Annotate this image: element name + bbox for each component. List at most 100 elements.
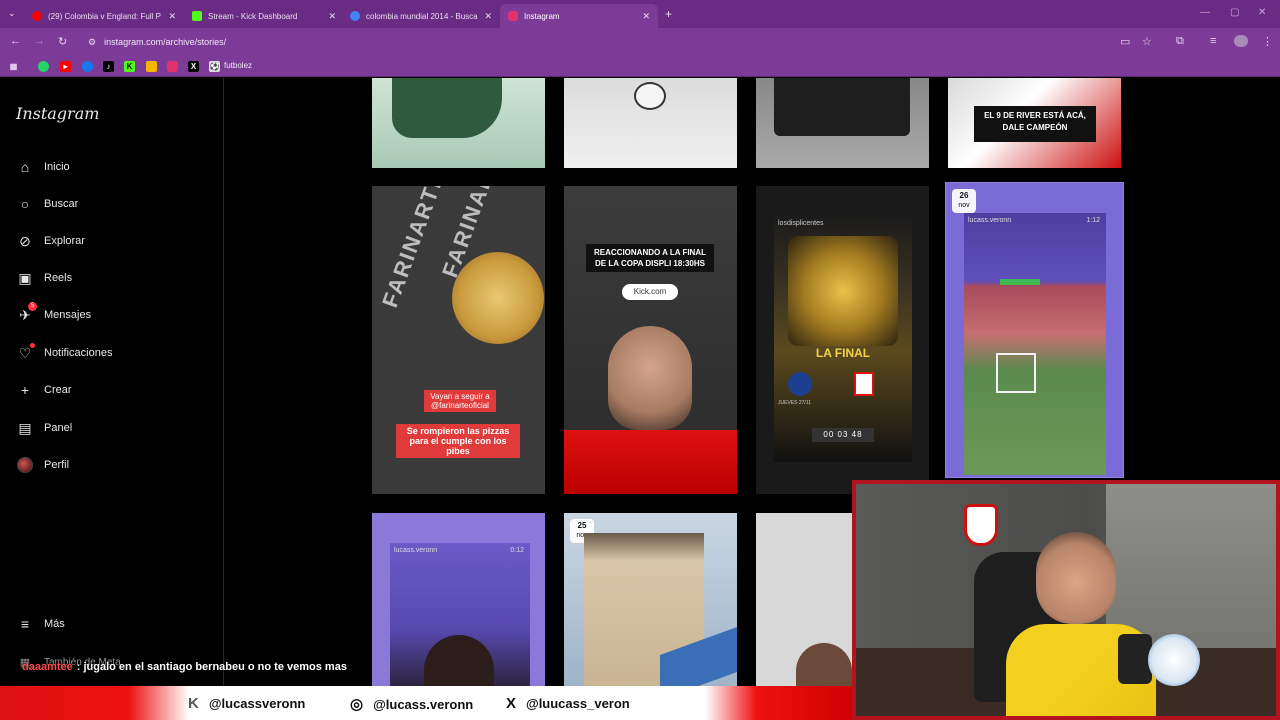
pizza-image: [452, 252, 544, 344]
futbolez-icon[interactable]: ⚽: [209, 61, 220, 72]
close-tab-icon[interactable]: ✕: [484, 11, 492, 22]
browser-tab-bar: ⌄ (29) Colombia v England: Full P ✕ Stre…: [0, 0, 1280, 28]
cast-icon[interactable]: ▭: [1120, 35, 1130, 48]
maximize-icon[interactable]: ▢: [1230, 7, 1239, 18]
story-preview: lucass.veronn 1:12: [964, 213, 1106, 475]
river-crest-icon: [854, 372, 874, 396]
story-thumbnail[interactable]: EL 9 DE RIVER ESTÁ ACÁ, DALE CAMPEÓN: [948, 78, 1121, 168]
microphone: [1118, 634, 1152, 684]
close-tab-icon[interactable]: ✕: [642, 11, 650, 22]
facebook-icon[interactable]: [82, 61, 93, 72]
instagram-logo[interactable]: Instagram: [16, 104, 99, 123]
youtube-icon: [32, 11, 42, 21]
extensions-icon[interactable]: ⧉: [1176, 35, 1184, 48]
sidebar-item-mas[interactable]: ≡ Más: [16, 612, 65, 636]
bookmark-futbolez[interactable]: futbolez: [224, 61, 252, 70]
unread-badge: 5: [28, 302, 37, 311]
sidebar-item-inicio[interactable]: ⌂ Inicio: [16, 155, 70, 179]
chat-message: daaamtee : jugalo en el santiago bernabe…: [22, 660, 347, 674]
story-thumbnail[interactable]: REACCIONANDO A LA FINAL DE LA COPA DISPL…: [564, 186, 737, 494]
story-thumbnail[interactable]: losdisplicentes LA FINAL JUEVES 27/11 00…: [756, 186, 929, 494]
social-kick: K @lucassveronn: [188, 695, 306, 712]
home-icon: ⌂: [20, 159, 30, 175]
story-thumbnail[interactable]: 25 nov: [564, 513, 737, 686]
site-info-icon[interactable]: ⚙: [88, 37, 96, 48]
social-instagram: ◎ @lucass.veronn: [350, 696, 474, 713]
new-tab-icon[interactable]: +: [665, 7, 672, 21]
sidebar-item-mensajes[interactable]: ✈ 5 Mensajes: [16, 302, 91, 327]
forward-icon[interactable]: →: [34, 35, 45, 47]
x-icon[interactable]: X: [188, 61, 199, 72]
story-thumbnail[interactable]: [564, 78, 737, 168]
tab-search-icon[interactable]: ⌄: [8, 8, 16, 19]
final-poster: losdisplicentes LA FINAL JUEVES 27/11 00…: [774, 216, 912, 462]
profile-avatar[interactable]: [1234, 35, 1248, 47]
boca-crest-icon: [788, 372, 812, 396]
kick-icon: K: [188, 695, 199, 712]
chat-text: : jugalo en el santiago bernabeu o no te…: [76, 661, 347, 673]
bookmark-star-icon[interactable]: ☆: [1142, 35, 1152, 48]
instagram-icon: ◎: [350, 696, 364, 713]
kick-icon[interactable]: K: [124, 61, 135, 72]
story-thumbnail[interactable]: lucass.veronn 0:12: [372, 513, 545, 686]
story-thumbnail-selected[interactable]: 26 nov lucass.veronn 1:12: [945, 182, 1124, 478]
minimize-icon[interactable]: —: [1200, 7, 1210, 18]
x-icon: X: [506, 695, 517, 712]
story-caption: EL 9 DE RIVER ESTÁ ACÁ, DALE CAMPEÓN: [974, 106, 1096, 142]
story-thumbnail[interactable]: [756, 513, 852, 686]
river-plate-crest-icon: [964, 504, 998, 546]
kick-logo-icon: [1000, 279, 1040, 285]
avatar: [17, 457, 33, 473]
instagram-icon[interactable]: [167, 61, 178, 72]
sidebar-item-buscar[interactable]: ○ Buscar: [16, 192, 78, 216]
back-icon[interactable]: ←: [10, 35, 21, 47]
folder-icon[interactable]: [146, 61, 157, 72]
apps-grid-icon[interactable]: ▦: [8, 61, 19, 72]
reels-icon: ▣: [18, 269, 32, 286]
sidebar-item-reels[interactable]: ▣ Reels: [16, 266, 72, 290]
social-x: X @luucass_veron: [506, 695, 630, 712]
compass-icon: ⊘: [19, 232, 31, 249]
afa-crest-icon: [634, 82, 666, 110]
notification-dot: [30, 343, 35, 348]
social-handles-bar: K @lucassveronn ◎ @lucass.veronn X @luuc…: [0, 686, 860, 720]
story-thumbnail[interactable]: [372, 78, 545, 168]
browser-menu-icon[interactable]: ⋮: [1262, 35, 1273, 48]
address-bar[interactable]: ⚙ instagram.com/archive/stories/: [80, 31, 1120, 53]
search-icon: ○: [20, 196, 30, 212]
story-thumbnail[interactable]: [756, 78, 929, 168]
chat-username: daaamtee: [22, 661, 73, 673]
sidebar-item-notificaciones[interactable]: ♡ Notificaciones: [16, 341, 112, 365]
goal-frame: [996, 353, 1036, 393]
webcam-feed: [852, 480, 1280, 720]
sidebar-item-explorar[interactable]: ⊘ Explorar: [16, 229, 85, 253]
browser-tab-google[interactable]: colombia mundial 2014 - Busca ✕: [342, 4, 500, 28]
close-tab-icon[interactable]: ✕: [328, 11, 336, 22]
youtube-icon[interactable]: ▸: [60, 61, 71, 72]
streamer-face: [1036, 532, 1116, 624]
sidebar-item-crear[interactable]: + Crear: [16, 378, 72, 402]
streamer-face: [608, 326, 692, 430]
browser-tab-kick[interactable]: Stream - Kick Dashboard ✕: [184, 4, 344, 28]
hamburger-menu-icon: ≡: [20, 616, 30, 632]
kick-icon: [192, 11, 202, 21]
browser-toolbar: ← → ↻ ⚙ instagram.com/archive/stories/ ▭…: [0, 28, 1280, 56]
messenger-icon: ✈ 5: [16, 302, 37, 324]
close-tab-icon[interactable]: ✕: [168, 11, 176, 22]
tiktok-icon[interactable]: ♪: [103, 61, 114, 72]
browser-tab-youtube[interactable]: (29) Colombia v England: Full P ✕: [24, 4, 184, 28]
sidebar-item-panel[interactable]: ▤ Panel: [16, 416, 72, 440]
story-thumbnail[interactable]: FARINARTE FARINARTE Vayan a seguir a @fa…: [372, 186, 545, 494]
kick-link-sticker: Kick.com: [622, 284, 678, 300]
plus-icon: +: [20, 382, 30, 398]
close-window-icon[interactable]: ✕: [1258, 7, 1266, 18]
heart-icon: ♡: [16, 343, 35, 362]
browser-tab-instagram[interactable]: Instagram ✕: [500, 4, 658, 28]
bookmarks-bar: ▦ ▸ ♪ K X ⚽ futbolez: [0, 56, 1280, 77]
reload-icon[interactable]: ↻: [58, 35, 67, 48]
media-icon[interactable]: ≡: [1210, 35, 1216, 47]
google-icon: [350, 11, 360, 21]
sidebar-item-perfil[interactable]: Perfil: [16, 453, 69, 477]
football: [1148, 634, 1200, 686]
whatsapp-icon[interactable]: [38, 61, 49, 72]
